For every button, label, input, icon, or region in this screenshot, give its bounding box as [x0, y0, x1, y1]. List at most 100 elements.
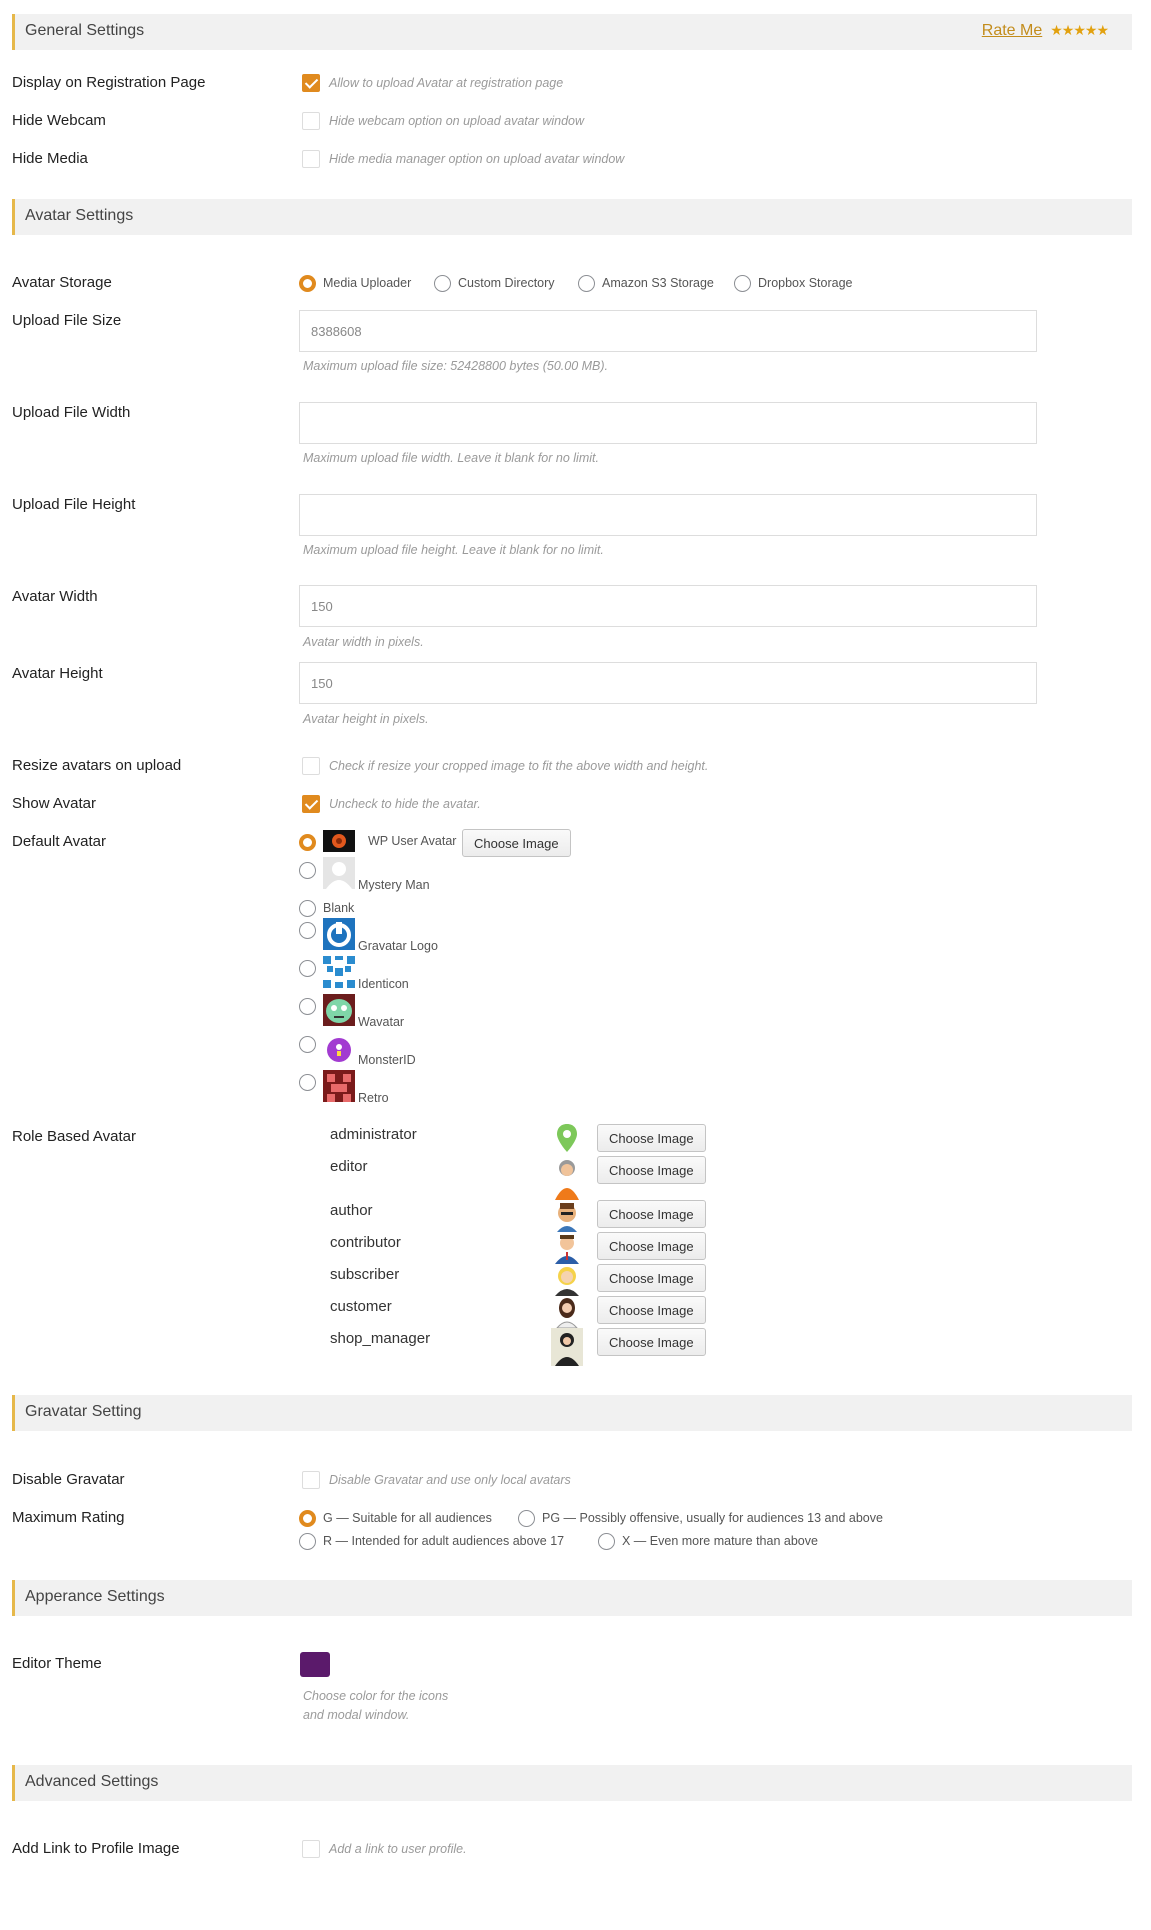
role-label: customer [330, 1298, 392, 1315]
default-avatar-option-label: MonsterID [358, 1053, 416, 1067]
customer-avatar-icon [551, 1296, 583, 1328]
wp-user-avatar-thumb-icon [323, 830, 355, 852]
upload-file-height-label: Upload File Height [12, 496, 136, 513]
hide-media-checkbox[interactable] [302, 150, 320, 168]
storage-dropbox-radio[interactable] [734, 275, 751, 292]
default-avatar-monsterid-radio[interactable] [299, 1036, 316, 1053]
editor-theme-color-swatch[interactable] [300, 1652, 330, 1677]
choose-image-button[interactable]: Choose Image [597, 1296, 706, 1324]
storage-media-uploader-radio[interactable] [299, 275, 316, 292]
rate-me[interactable]: Rate Me ★★★★★ [982, 22, 1109, 40]
rating-g-radio[interactable] [299, 1510, 316, 1527]
choose-image-button[interactable]: Choose Image [597, 1264, 706, 1292]
add-link-label: Add Link to Profile Image [12, 1840, 180, 1857]
default-avatar-identicon-radio[interactable] [299, 960, 316, 977]
appearance-settings-header: Apperance Settings [12, 1580, 1132, 1616]
default-avatar-option-label: Retro [358, 1091, 389, 1105]
hide-webcam-checkbox[interactable] [302, 112, 320, 130]
show-avatar-checkbox[interactable] [302, 795, 320, 813]
choose-image-button[interactable]: Choose Image [597, 1200, 706, 1228]
editor-theme-label: Editor Theme [12, 1655, 102, 1672]
default-avatar-option-label: Gravatar Logo [358, 939, 438, 953]
upload-file-width-label: Upload File Width [12, 404, 131, 421]
rating-option-label: G — Suitable for all audiences [323, 1511, 492, 1525]
default-avatar-blank-radio[interactable] [299, 900, 316, 917]
default-avatar-wavatar-radio[interactable] [299, 998, 316, 1015]
resize-avatars-label: Resize avatars on upload [12, 757, 182, 774]
rating-option-label: PG — Possibly offensive, usually for aud… [542, 1511, 883, 1525]
default-avatar-option-label: WP User Avatar [368, 834, 457, 848]
contributor-avatar-icon [551, 1232, 583, 1264]
default-avatar-option-label: Wavatar [358, 1015, 405, 1029]
storage-option-label: Custom Directory [458, 276, 555, 290]
resize-avatars-text: Check if resize your cropped image to fi… [329, 759, 709, 773]
upload-file-height-hint: Maximum upload file height. Leave it bla… [303, 543, 604, 557]
storage-amazon-s3-radio[interactable] [578, 275, 595, 292]
avatar-storage-label: Avatar Storage [12, 274, 112, 291]
upload-file-width-input[interactable] [299, 402, 1037, 444]
choose-image-button[interactable]: Choose Image [597, 1328, 706, 1356]
upload-file-height-input[interactable] [299, 494, 1037, 536]
mystery-man-thumb-icon [323, 857, 355, 889]
display-registration-label: Display on Registration Page [12, 74, 206, 91]
editor-theme-hint: Choose color for the icons [303, 1689, 449, 1703]
upload-file-size-input[interactable]: 8388608 [299, 310, 1037, 352]
editor-avatar-icon [551, 1156, 583, 1200]
choose-image-button[interactable]: Choose Image [597, 1124, 706, 1152]
role-label: contributor [330, 1234, 401, 1251]
default-avatar-wp-radio[interactable] [299, 834, 316, 851]
disable-gravatar-checkbox[interactable] [302, 1471, 320, 1489]
disable-gravatar-label: Disable Gravatar [12, 1471, 125, 1488]
subscriber-avatar-icon [551, 1264, 583, 1296]
default-avatar-choose-image-button[interactable]: Choose Image [462, 829, 571, 857]
choose-image-button[interactable]: Choose Image [597, 1232, 706, 1260]
role-label: administrator [330, 1126, 417, 1143]
default-avatar-gravatar-logo-radio[interactable] [299, 922, 316, 939]
section-title: Gravatar Setting [25, 1403, 142, 1420]
map-pin-icon [551, 1122, 583, 1154]
section-title: General Settings [25, 22, 145, 39]
storage-option-label: Media Uploader [323, 276, 412, 290]
avatar-height-label: Avatar Height [12, 665, 103, 682]
section-title: Avatar Settings [25, 207, 134, 224]
avatar-settings-header: Avatar Settings [12, 199, 1132, 235]
role-label: author [330, 1202, 373, 1219]
role-label: shop_manager [330, 1330, 431, 1347]
add-link-checkbox[interactable] [302, 1840, 320, 1858]
avatar-height-hint: Avatar height in pixels. [303, 712, 429, 726]
rating-option-label: X — Even more mature than above [622, 1534, 818, 1548]
role-based-avatar-label: Role Based Avatar [12, 1128, 136, 1145]
default-avatar-option-label: Identicon [358, 977, 409, 991]
storage-custom-directory-radio[interactable] [434, 275, 451, 292]
storage-option-label: Amazon S3 Storage [602, 276, 714, 290]
editor-theme-hint: and modal window. [303, 1708, 410, 1722]
rating-option-label: R — Intended for adult audiences above 1… [323, 1534, 565, 1548]
identicon-thumb-icon [323, 956, 355, 988]
hide-media-label: Hide Media [12, 150, 88, 167]
default-avatar-option-label: Blank [323, 901, 355, 915]
rating-r-radio[interactable] [299, 1533, 316, 1550]
avatar-height-input[interactable]: 150 [299, 662, 1037, 704]
storage-option-label: Dropbox Storage [758, 276, 853, 290]
avatar-width-input[interactable]: 150 [299, 585, 1037, 627]
default-avatar-retro-radio[interactable] [299, 1074, 316, 1091]
choose-image-button[interactable]: Choose Image [597, 1156, 706, 1184]
rating-stars-icon: ★★★★★ [1050, 22, 1109, 38]
role-label: subscriber [330, 1266, 400, 1283]
default-avatar-label: Default Avatar [12, 833, 106, 850]
show-avatar-text: Uncheck to hide the avatar. [329, 797, 481, 811]
resize-avatars-checkbox[interactable] [302, 757, 320, 775]
hide-media-text: Hide media manager option on upload avat… [329, 152, 625, 166]
avatar-width-hint: Avatar width in pixels. [303, 635, 424, 649]
avatar-width-label: Avatar Width [12, 588, 98, 605]
default-avatar-mystery-man-radio[interactable] [299, 862, 316, 879]
display-registration-checkbox[interactable] [302, 74, 320, 92]
rating-pg-radio[interactable] [518, 1510, 535, 1527]
display-registration-text: Allow to upload Avatar at registration p… [329, 76, 564, 90]
maximum-rating-label: Maximum Rating [12, 1509, 125, 1526]
rate-me-link[interactable]: Rate Me [982, 22, 1042, 39]
rating-x-radio[interactable] [598, 1533, 615, 1550]
default-avatar-option-label: Mystery Man [358, 878, 430, 892]
add-link-text: Add a link to user profile. [329, 1842, 467, 1856]
hide-webcam-label: Hide Webcam [12, 112, 106, 129]
